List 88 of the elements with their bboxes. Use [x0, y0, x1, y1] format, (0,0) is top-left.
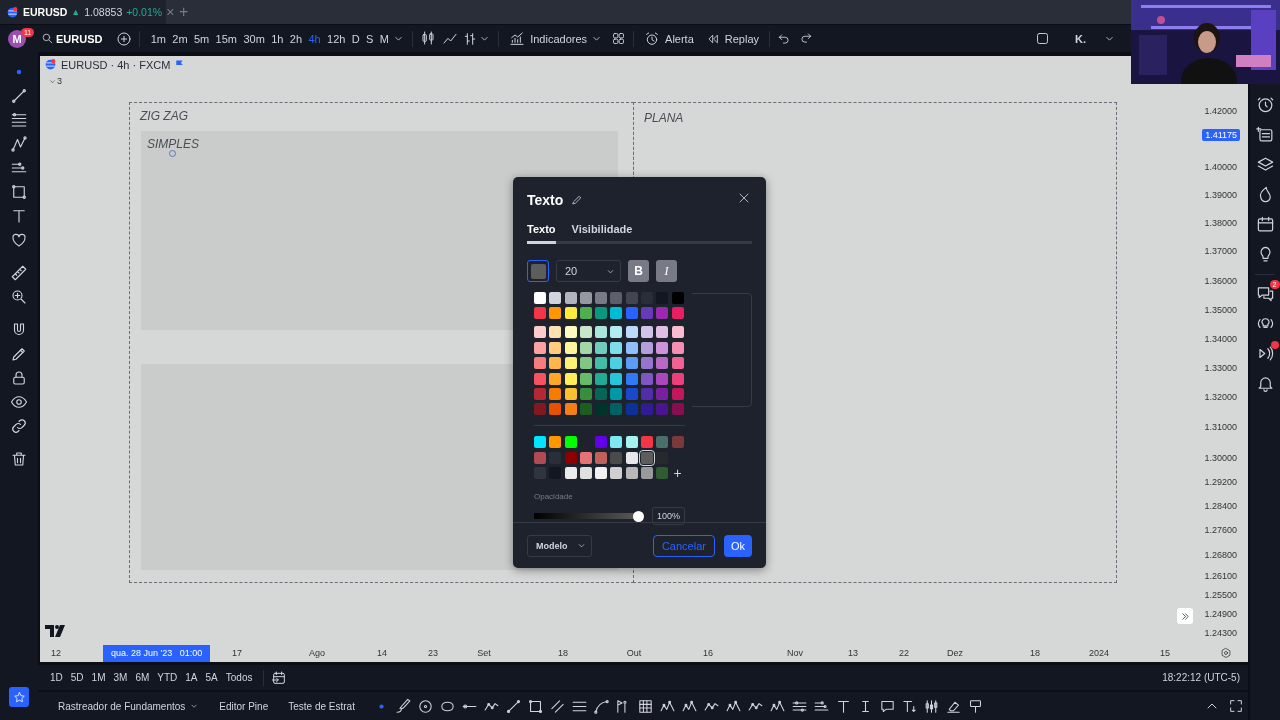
chart-title: EURUSD · 4h · FXCM [61, 58, 171, 71]
dialog-title: Texto [527, 191, 564, 208]
range-button[interactable]: 6M [131, 672, 154, 683]
price-label: 1.32000 [1204, 392, 1237, 402]
time-label: 13 [848, 648, 858, 658]
interval-button[interactable]: 1m [147, 32, 170, 45]
interval-button[interactable]: 12h [323, 32, 349, 45]
time-label: 16 [703, 648, 713, 658]
interval-button[interactable]: 15m [212, 32, 241, 45]
interval-button[interactable]: D [348, 32, 363, 45]
time-label: 14 [377, 648, 387, 658]
interval-button[interactable]: 5m [190, 32, 213, 45]
interval-button[interactable]: M [376, 32, 393, 45]
font-size-select[interactable]: 20 [556, 260, 621, 282]
dialog-tab[interactable]: Visibilidade [571, 223, 633, 244]
ok-button[interactable]: Ok [723, 534, 752, 557]
time-label: 18 [1030, 648, 1040, 658]
panel-tab[interactable]: Rastreador de Fundamentos [48, 700, 210, 712]
replay-button[interactable]: Replay [702, 31, 763, 46]
interval-button[interactable]: 1h [268, 32, 287, 45]
price-label: 1.42000 [1204, 106, 1237, 116]
price-label: 1.24300 [1204, 628, 1237, 638]
time-label: 2024 [1089, 648, 1109, 658]
price-label: 1.27600 [1204, 525, 1237, 535]
price-label: 1.31000 [1204, 422, 1237, 432]
interval-button[interactable]: 2h [286, 32, 306, 45]
symbol-search[interactable]: EURUSD [41, 32, 103, 45]
time-label: 12 [51, 648, 61, 658]
price-label: 1.37000 [1204, 246, 1237, 256]
panel-tab[interactable]: Teste de Estrat [278, 700, 365, 712]
opacity-value[interactable]: 100% [652, 507, 686, 526]
price-label: 1.35000 [1204, 305, 1237, 315]
time-label: 15 [1160, 648, 1170, 658]
price-label: 1.39000 [1204, 190, 1237, 200]
crosshair-time-label: qua. 28 Jun '23 01:00 [103, 645, 211, 662]
opacity-label: Opacidade [534, 492, 574, 502]
indicator-count: 3 [57, 76, 62, 86]
tab-price: 1.08853 [84, 6, 123, 18]
time-label: 22 [899, 648, 909, 658]
price-label: 1.34000 [1204, 334, 1237, 344]
bold-button[interactable]: B [628, 260, 649, 282]
interval-button[interactable]: S [362, 32, 377, 45]
price-label: 1.24900 [1204, 609, 1237, 619]
time-label: 18 [558, 648, 568, 658]
time-label: Dez [947, 648, 963, 658]
range-button[interactable]: 5D [66, 672, 88, 683]
range-button[interactable]: 5A [201, 672, 222, 683]
price-label: 1.26100 [1204, 571, 1237, 581]
time-label: Set [477, 648, 491, 658]
interval-button[interactable]: 30m [240, 32, 268, 45]
current-price-label: 1.41175 [1202, 129, 1240, 141]
canvas-text: PLANA [644, 111, 684, 125]
time-label: Out [626, 648, 642, 658]
price-label: 1.29200 [1204, 477, 1237, 487]
italic-button[interactable]: I [656, 260, 677, 282]
time-label: Ago [309, 648, 325, 658]
range-button[interactable]: Todos [221, 672, 257, 683]
price-label: 1.33000 [1204, 363, 1237, 373]
price-label: 1.40000 [1204, 162, 1237, 172]
panel-tab[interactable]: Editor Pine [209, 700, 279, 712]
alert-button[interactable]: Alerta [641, 30, 697, 47]
range-button[interactable]: 1A [181, 672, 202, 683]
price-label: 1.25500 [1204, 590, 1237, 600]
interval-button[interactable]: 4h [305, 32, 324, 45]
tab-change: +0.01% [126, 6, 163, 18]
time-label: 23 [428, 648, 438, 658]
time-label: 17 [232, 648, 242, 658]
canvas-text: ZIG ZAG [140, 109, 188, 123]
range-button[interactable]: 1M [87, 672, 110, 683]
interval-button[interactable]: 2m [169, 32, 191, 45]
canvas-text: SIMPLES [147, 137, 200, 151]
range-button[interactable]: 3M [109, 672, 132, 683]
range-button[interactable]: 1D [46, 672, 67, 683]
range-button[interactable]: YTD [153, 672, 182, 683]
indicators-button[interactable]: Indicadores [506, 30, 591, 47]
time-label: Nov [787, 648, 803, 658]
dialog-tab[interactable]: Texto [527, 223, 556, 244]
up-arrow: ▲ [71, 7, 81, 17]
price-label: 1.38000 [1204, 218, 1237, 228]
clock: 18:22:12 (UTC-5) [1162, 672, 1240, 683]
layout-name-button[interactable]: K. [1072, 32, 1089, 45]
tab-symbol: EURUSD [23, 6, 68, 18]
price-label: 1.36000 [1204, 276, 1237, 286]
price-label: 1.30000 [1204, 453, 1237, 463]
add-color-button[interactable]: + [671, 467, 684, 480]
template-select[interactable]: Modelo [527, 534, 592, 557]
price-label: 1.28400 [1204, 501, 1237, 511]
price-label: 1.26800 [1204, 550, 1237, 560]
